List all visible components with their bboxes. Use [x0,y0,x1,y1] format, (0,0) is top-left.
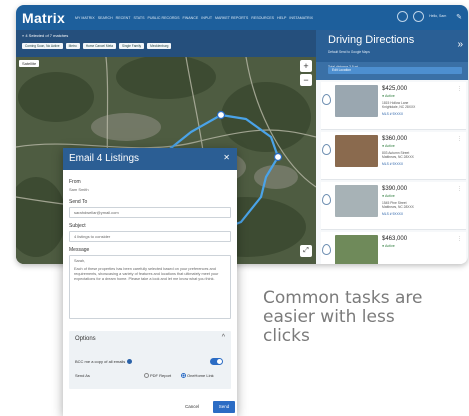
from-label: From [69,179,81,185]
listing-card[interactable]: $390,000 ● Active 1545 Pine Street Matth… [321,182,466,230]
menu-item[interactable]: RECENT [116,16,131,20]
menu-item[interactable]: MARKET REPORTS [215,16,248,20]
more-options-icon[interactable]: ⋮ [457,136,462,142]
edit-icon[interactable]: ✎ [456,13,462,21]
send-button[interactable]: Send [213,401,235,413]
listing-address: 1545 Pine Street Matthews, NC 28XXX [382,201,414,210]
listing-card[interactable]: $463,000 ● Active ⋮ [321,232,466,264]
message-greeting: Sarah, [74,259,86,263]
listing-status: ● Active [382,244,395,248]
dialog-title: Email 4 Listings [69,153,140,164]
directions-panel: Driving Directions Default Send to Googl… [316,30,468,264]
filter-chip[interactable]: Metro [65,43,80,49]
map-pin-icon [322,144,331,155]
send-to-field[interactable]: sarahdwellar@ymail.com [69,207,231,218]
collapse-arrow-icon[interactable]: » [457,39,463,50]
listing-status: ● Active [382,144,395,148]
bcc-label: BCC me a copy of all emails [75,359,126,364]
message-textarea[interactable]: Sarah, Each of these properties has been… [69,255,231,319]
bcc-toggle[interactable] [210,358,223,365]
settings-icon[interactable] [413,11,425,22]
send-to-value: sarahdwellar@ymail.com [74,210,119,215]
menu-item[interactable]: STATS [133,16,144,20]
pdf-report-radio[interactable]: PDF Report [144,373,171,379]
menu-item[interactable]: SEARCH [98,16,113,20]
listing-address: 803 Autumn Street Matthews, NC 28XXX [382,151,414,160]
listing-photo[interactable] [335,85,378,117]
subject-value: 4 listings to consider [74,234,111,239]
listing-address: 1815 Hollow Lane Knightdale, NC 28XXX [382,101,416,110]
more-options-icon[interactable]: ⋮ [457,236,462,242]
user-greeting[interactable]: Hello, Sam [429,14,451,19]
menu-item[interactable]: MY MATRIX [75,16,95,20]
info-icon[interactable] [127,359,133,365]
message-label: Message [69,247,90,253]
close-icon[interactable]: ✕ [223,153,230,162]
subject-label: Subject [69,223,86,229]
map-type-select[interactable]: Satellite [19,60,40,67]
menu-item[interactable]: RESOURCES [251,16,274,20]
subject-field[interactable]: 4 listings to consider [69,231,231,242]
message-body: Each of these properties has been carefu… [74,267,219,281]
listing-price: $390,000 [382,186,408,192]
listing-card[interactable]: $360,000 ● Active 803 Autumn Street Matt… [321,132,466,180]
listing-card[interactable]: $425,000 ● Active 1815 Hollow Lane Knigh… [321,82,466,130]
filter-chip[interactable]: Coming Soon, No Active [22,43,63,49]
selection-count: » 4 Selected of 7 matches [22,33,69,38]
options-title: Options [75,336,96,342]
send-as-label: Send As [75,373,90,378]
chevron-up-icon[interactable]: ^ [222,334,225,341]
results-toolbar: » 4 Selected of 7 matches Coming Soon, N… [16,30,316,57]
menu-item[interactable]: INPUT [201,16,212,20]
top-nav-bar: Matrix MY MATRIX SEARCH RECENT STATS PUB… [16,5,468,30]
menu-item[interactable]: FINANCE [182,16,198,20]
directions-header: Driving Directions Default Send to Googl… [316,30,468,62]
listing-status: ● Active [382,194,395,198]
map-pin-icon [322,244,331,255]
edit-location-button[interactable]: Edit Location [328,67,462,74]
screenshot-root: Matrix MY MATRIX SEARCH RECENT STATS PUB… [0,0,469,416]
menu-item[interactable]: PUBLIC RECORDS [148,16,180,20]
listing-mls-link[interactable]: MLS # 9XXXX [382,162,403,166]
send-to-label: Send To [69,199,88,205]
filter-chips: Coming Soon, No Active Metro Home Cancel… [22,43,172,49]
dialog-header: Email 4 Listings ✕ [63,148,237,170]
search-icon[interactable] [397,11,409,22]
map-pin-icon [322,194,331,205]
cancel-button[interactable]: Cancel [185,404,199,409]
email-listings-dialog: Email 4 Listings ✕ From Sam Smith Send T… [63,148,237,416]
listing-status: ● Active [382,94,395,98]
directions-mode-radios[interactable]: Default Send to Google Maps [328,50,370,54]
listing-price: $360,000 [382,136,408,142]
more-options-icon[interactable]: ⋮ [457,86,462,92]
menu-item[interactable]: HELP [277,16,286,20]
options-panel: Options ^ BCC me a copy of all emails Se… [69,331,231,389]
more-options-icon[interactable]: ⋮ [457,186,462,192]
filter-chip[interactable]: Home Cancel Meta [82,43,117,49]
onehome-link-radio[interactable]: OneHome Link [181,373,214,379]
filter-chip[interactable]: Mecklenburg [147,43,172,49]
top-icons: Hello, Sam ✎ [397,11,462,22]
zoom-out-button[interactable]: − [300,74,312,86]
from-value: Sam Smith [69,187,89,192]
zoom-in-button[interactable]: + [300,60,312,72]
listing-photo[interactable] [335,235,378,264]
map-pin-icon [322,94,331,105]
route-summary: Total distance 3.5 mi Extimated drive ti… [316,62,468,80]
main-menu: MY MATRIX SEARCH RECENT STATS PUBLIC REC… [75,16,313,20]
menu-item[interactable]: INSTAMATRIX [289,16,313,20]
listing-photo[interactable] [335,135,378,167]
app-brand[interactable]: Matrix [22,10,65,26]
listing-mls-link[interactable]: MLS # 9XXXX [382,112,403,116]
listing-price: $463,000 [382,236,408,242]
directions-title: Driving Directions [328,34,415,46]
listing-mls-link[interactable]: MLS # 9XXXX [382,212,403,216]
fullscreen-icon[interactable]: ⤢ [300,245,312,257]
filter-chip[interactable]: Single Family [119,43,145,49]
tagline: Common tasks are easier with less clicks [263,288,423,346]
bcc-row: BCC me a copy of all emails [75,359,133,365]
listing-photo[interactable] [335,185,378,217]
listing-price: $425,000 [382,86,408,92]
